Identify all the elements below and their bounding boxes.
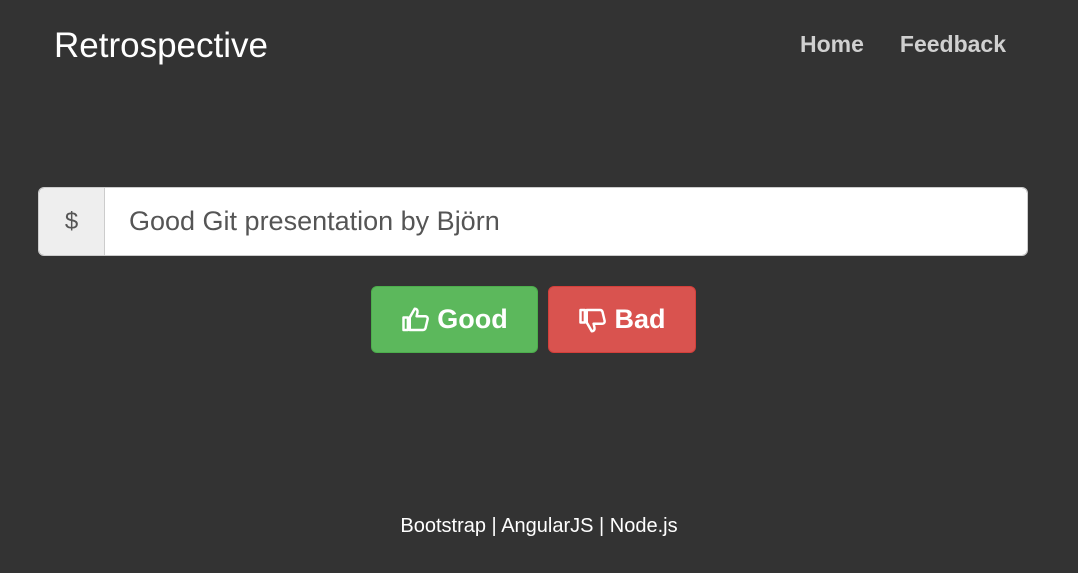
feedback-input[interactable] xyxy=(105,188,1027,255)
feedback-input-group: $ xyxy=(38,187,1028,256)
bad-button[interactable]: Bad xyxy=(548,286,696,353)
main-nav: Home Feedback xyxy=(800,30,1006,58)
good-button-label: Good xyxy=(437,304,508,334)
brand-title[interactable]: Retrospective xyxy=(54,26,268,66)
good-button[interactable]: Good xyxy=(371,286,538,353)
thumbs-up-icon xyxy=(402,307,430,331)
bad-button-label: Bad xyxy=(614,304,666,334)
nav-feedback-link[interactable]: Feedback xyxy=(900,30,1006,58)
thumbs-down-icon xyxy=(579,308,607,332)
input-addon: $ xyxy=(39,188,105,255)
footer-credits: Bootstrap | AngularJS | Node.js xyxy=(400,515,678,537)
nav-home-link[interactable]: Home xyxy=(800,30,864,58)
vote-buttons: Good Bad xyxy=(371,286,696,353)
